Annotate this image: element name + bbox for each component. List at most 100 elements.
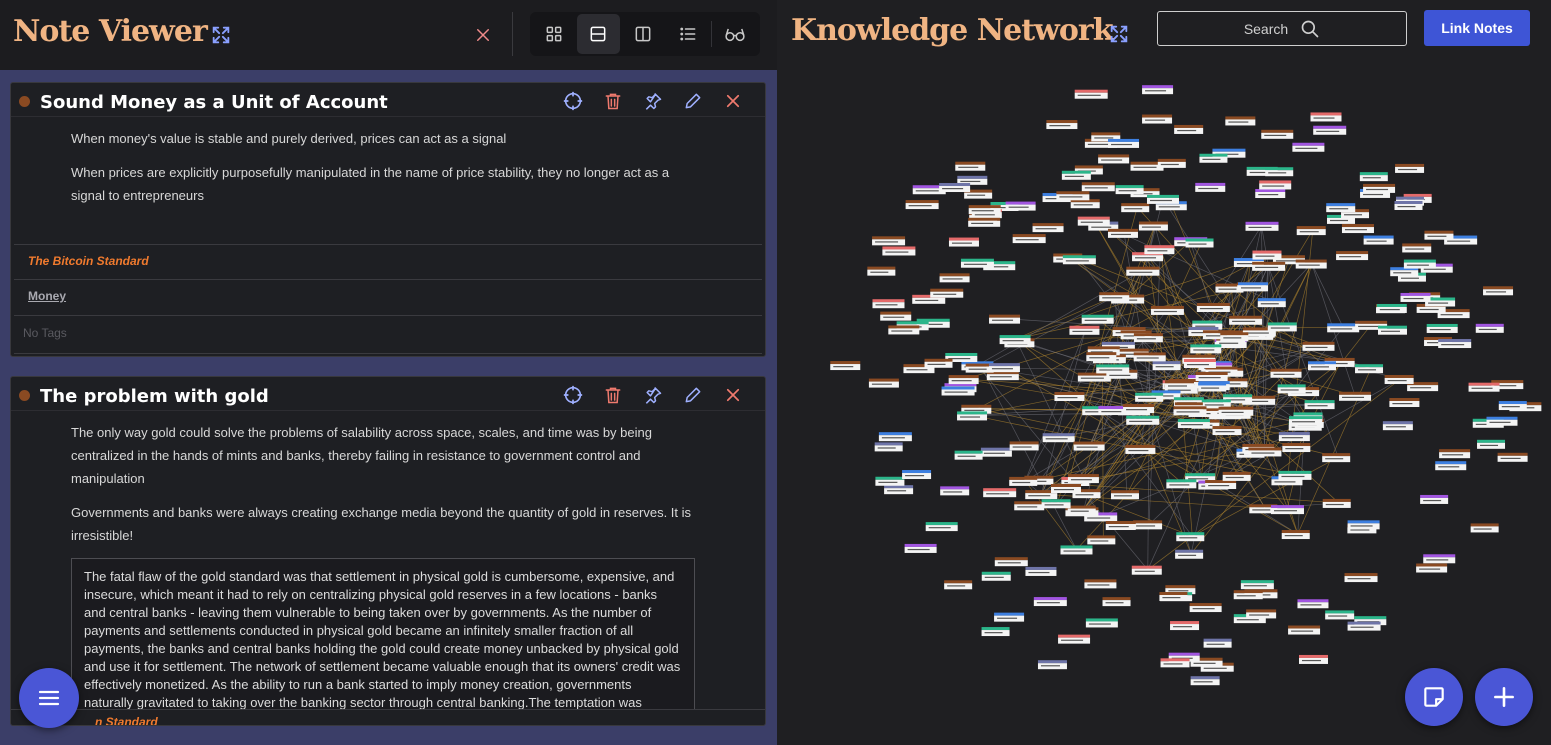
link-notes-button[interactable]: Link Notes [1424,10,1530,46]
graph-node[interactable] [872,236,906,246]
graph-node[interactable] [1475,323,1504,333]
graph-node[interactable] [955,161,986,171]
graph-node[interactable] [1164,380,1194,390]
search-input[interactable]: Search [1157,11,1407,46]
graph-node[interactable] [1416,563,1448,573]
graph-node[interactable] [1259,180,1292,190]
graph-node[interactable] [1069,325,1100,335]
graph-node[interactable] [1310,112,1342,122]
graph-node[interactable] [1056,191,1090,201]
graph-node[interactable] [1423,554,1456,564]
edit-note-button[interactable] [673,89,713,113]
graph-node[interactable] [1265,167,1294,177]
pin-note-button[interactable] [633,383,673,407]
split-view-button[interactable] [621,14,665,54]
graph-node[interactable] [939,183,971,193]
graph-node[interactable] [1183,359,1216,369]
graph-node[interactable] [1174,124,1204,134]
graph-node[interactable] [1270,368,1302,378]
graph-node[interactable] [960,258,994,268]
graph-node[interactable] [1081,314,1114,324]
graph-node[interactable] [872,299,905,309]
book-source-link[interactable]: The Bitcoin Standard [28,254,149,268]
graph-node[interactable] [1252,250,1282,260]
graph-node[interactable] [1173,406,1207,416]
graph-node[interactable] [1014,501,1045,511]
graph-node[interactable] [968,217,1001,227]
close-note-button[interactable] [713,89,753,113]
expand-icon[interactable] [208,22,234,48]
graph-node[interactable] [1042,433,1075,443]
graph-node[interactable] [1133,333,1163,343]
graph-node[interactable] [1086,352,1117,362]
graph-node[interactable] [1497,452,1528,462]
graph-node[interactable] [1037,660,1067,670]
graph-node[interactable] [1384,374,1414,384]
reading-view-button[interactable] [713,14,757,54]
graph-node[interactable] [1292,142,1325,152]
graph-node[interactable] [1087,535,1116,545]
graph-node[interactable] [1363,235,1394,245]
graph-node[interactable] [1298,654,1328,664]
graph-node[interactable] [1483,286,1514,296]
graph-node[interactable] [1245,221,1279,231]
graph-node[interactable] [1282,443,1311,453]
graph-node[interactable] [1099,292,1130,302]
graph-node[interactable] [1218,406,1251,416]
graph-node[interactable] [1060,545,1093,555]
graph-node[interactable] [1108,138,1140,148]
close-icon[interactable] [470,22,496,48]
graph-node[interactable] [1142,85,1174,95]
graph-node[interactable] [1157,158,1186,168]
graph-node[interactable] [968,205,1001,215]
graph-node[interactable] [994,557,1028,567]
graph-node[interactable] [1468,382,1500,392]
graph-node[interactable] [1054,392,1085,402]
graph-node[interactable] [1189,603,1222,613]
graph-node[interactable] [1125,444,1156,454]
graph-node[interactable] [1121,203,1150,213]
graph-node[interactable] [1061,170,1091,180]
graph-node[interactable] [1304,400,1335,410]
graph-node[interactable] [1142,114,1173,124]
graph-node[interactable] [874,442,903,452]
graph-node[interactable] [1439,449,1471,459]
graph-node[interactable] [1307,361,1336,371]
graph-node[interactable] [1322,498,1351,508]
graph-node[interactable] [1102,597,1131,607]
graph-node[interactable] [1110,490,1139,500]
graph-node[interactable] [1382,421,1413,431]
graph-node[interactable] [981,571,1011,581]
graph-node[interactable] [1327,323,1360,333]
graph-node[interactable] [1133,520,1163,530]
graph-node[interactable] [948,375,979,385]
graph-node[interactable] [1363,183,1396,193]
graph-node[interactable] [1133,352,1166,362]
graph-node[interactable] [875,476,905,486]
graph-node[interactable] [1152,361,1181,371]
graph-node[interactable] [1238,282,1269,292]
graph-node[interactable] [989,314,1021,324]
graph-node[interactable] [1177,419,1210,429]
graph-node[interactable] [1277,384,1306,394]
graph-node[interactable] [1070,199,1100,209]
graph-node[interactable] [878,432,912,442]
graph-node[interactable] [1146,194,1179,204]
graph-node[interactable] [1160,658,1190,668]
graph-node[interactable] [1359,172,1388,182]
book-source-link[interactable]: n Standard [95,715,158,725]
graph-node[interactable] [1278,432,1310,442]
list-view-button[interactable] [666,14,710,54]
graph-node[interactable] [1402,243,1432,253]
graph-node[interactable] [830,361,861,371]
graph-node[interactable] [905,200,939,210]
graph-node[interactable] [1252,261,1286,271]
graph-node[interactable] [1081,182,1115,192]
graph-node[interactable] [1107,228,1138,238]
graph-node[interactable] [1144,245,1175,255]
graph-node[interactable] [1126,266,1160,276]
graph-node[interactable] [1205,480,1237,490]
graph-node[interactable] [1159,592,1188,602]
graph-node[interactable] [944,580,973,590]
graph-node[interactable] [1438,339,1472,349]
